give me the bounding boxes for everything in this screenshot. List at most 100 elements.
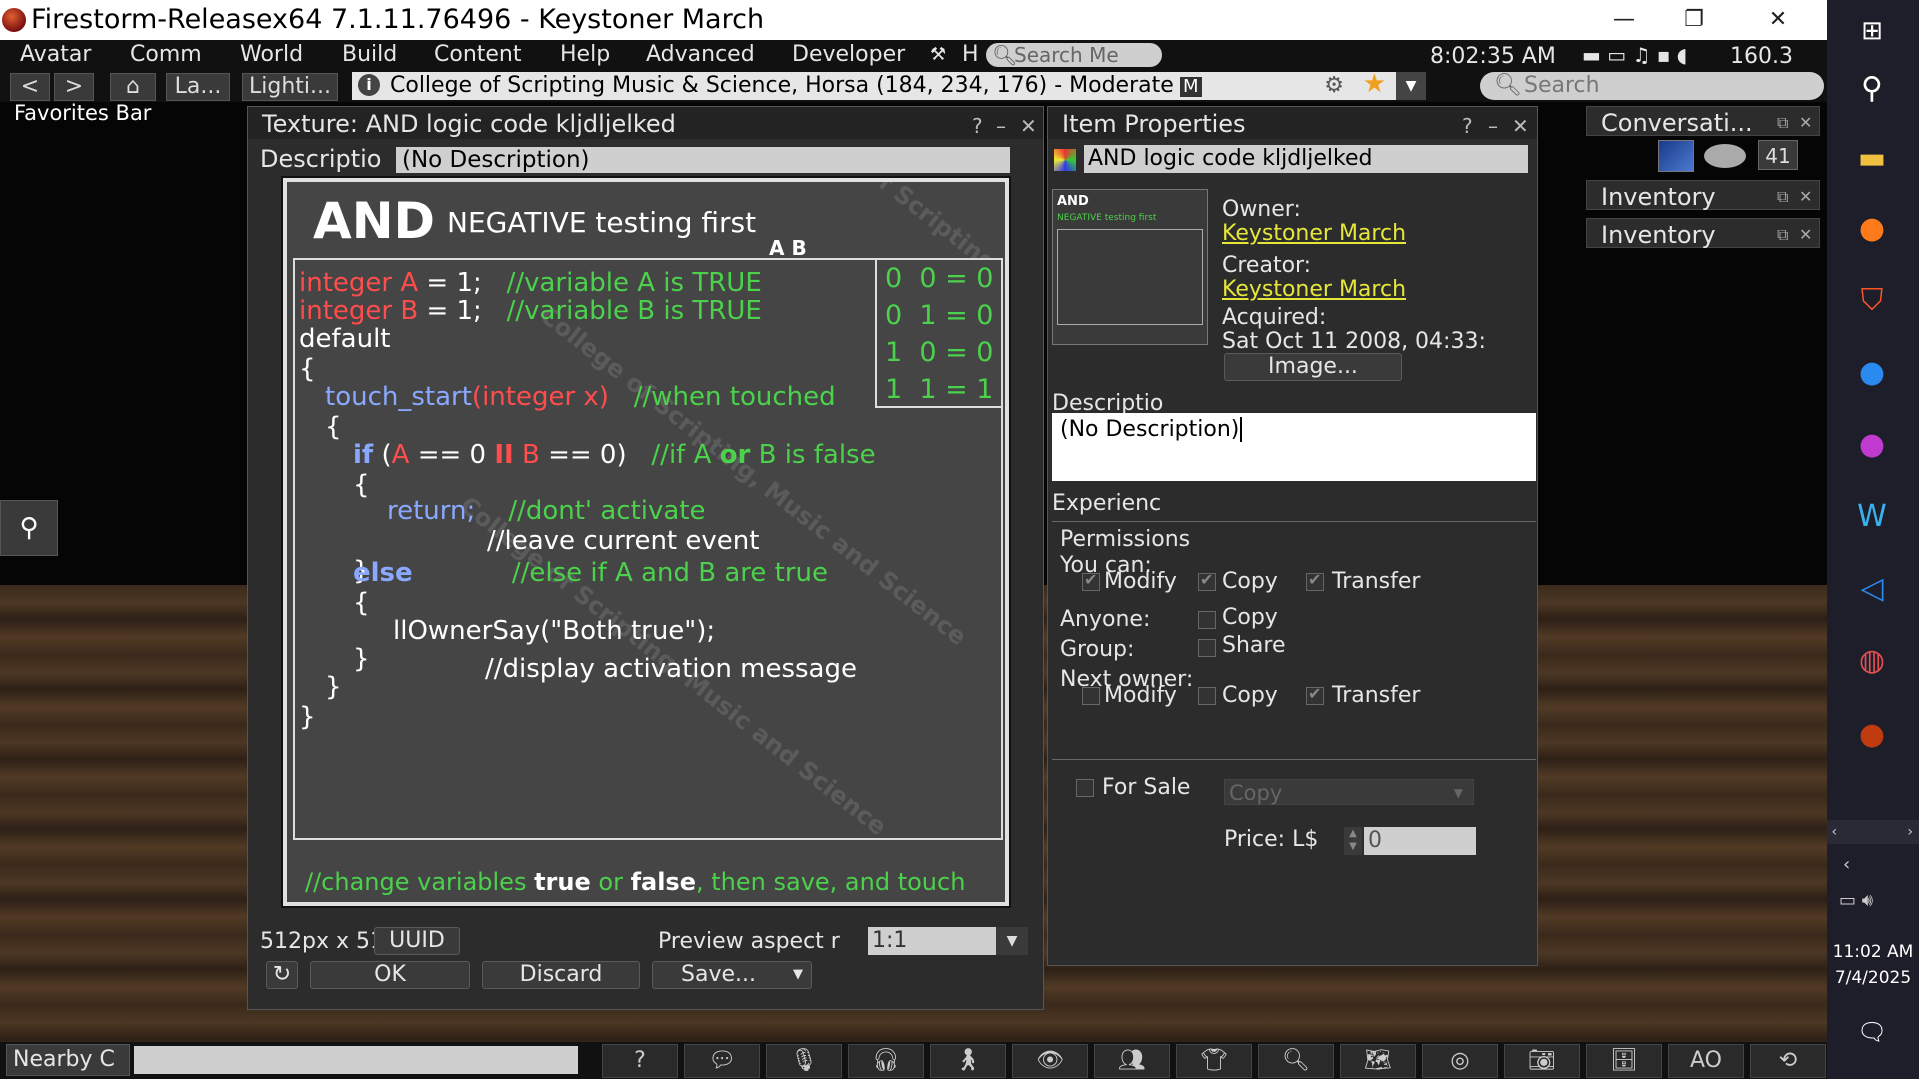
owner-link[interactable]: Keystoner March bbox=[1222, 221, 1406, 246]
location-field[interactable]: i College of Scripting Music & Science, … bbox=[352, 72, 1426, 100]
inventory-icon[interactable]: 🗄︎ bbox=[1586, 1044, 1662, 1078]
unread-count-badge[interactable]: 41 bbox=[1758, 140, 1798, 170]
chevron-left-icon[interactable]: ‹ bbox=[1843, 854, 1850, 875]
search-icon[interactable]: 🔍︎ bbox=[1258, 1044, 1334, 1078]
minimize-window-button[interactable]: — bbox=[1594, 0, 1654, 40]
item-name-field[interactable]: AND logic code kljdljelked bbox=[1084, 145, 1528, 173]
discard-button[interactable]: Discard bbox=[482, 961, 640, 989]
menu-h[interactable]: H bbox=[962, 40, 979, 70]
thumbnail-heading: AND bbox=[1057, 194, 1089, 209]
notifications-icon[interactable]: 🗨︎ bbox=[1857, 1018, 1887, 1046]
home-icon[interactable]: ⌂ bbox=[110, 73, 156, 101]
winsurf-icon[interactable]: W bbox=[1849, 494, 1895, 540]
description-field[interactable]: (No Description) bbox=[396, 147, 1010, 173]
save-button[interactable]: Save... ▼ bbox=[652, 961, 812, 989]
code-line: integer A = 1; //variable A is TRUE bbox=[299, 268, 762, 298]
maximize-window-button[interactable]: ❐ bbox=[1664, 0, 1724, 40]
dock-icon[interactable]: ⧉ bbox=[1777, 181, 1788, 213]
anyone-label: Anyone: bbox=[1060, 607, 1151, 632]
anyone-copy-checkbox[interactable] bbox=[1198, 611, 1216, 629]
inventory-panel-2[interactable]: Inventory ⧉ ✕ bbox=[1586, 218, 1820, 251]
favorite-star-icon[interactable]: ★ bbox=[1363, 72, 1386, 98]
windows-start-icon[interactable]: ⊞ bbox=[1849, 8, 1895, 54]
close-window-button[interactable]: ✕ bbox=[1748, 0, 1808, 40]
menu-advanced[interactable]: Advanced bbox=[646, 40, 755, 70]
bottom-toolbar: Nearby C ? 💬︎ 🎙︎ 🎧︎ 🚶︎ 👁︎ 👥︎ 👕︎ 🔍︎ 🗺︎ ◎ … bbox=[0, 1042, 1827, 1079]
menu-search-input[interactable]: 🔍︎ Search Me bbox=[986, 43, 1162, 67]
firestorm-icon[interactable]: ● bbox=[1849, 712, 1895, 758]
help-button[interactable]: ? bbox=[1462, 109, 1473, 143]
brave-icon[interactable]: ⛉ bbox=[1849, 278, 1895, 324]
texture-thumbnail[interactable]: AND NEGATIVE testing first bbox=[1052, 189, 1208, 345]
menu-build[interactable]: Build bbox=[342, 40, 397, 70]
chevron-down-icon[interactable]: ▼ bbox=[996, 927, 1028, 955]
speech-bubble-icon[interactable] bbox=[1704, 144, 1746, 168]
dock-icon[interactable]: ⧉ bbox=[1777, 219, 1788, 251]
ok-button[interactable]: OK bbox=[310, 961, 470, 989]
close-icon[interactable]: ✕ bbox=[1799, 181, 1812, 213]
menu-avatar[interactable]: Avatar bbox=[20, 40, 91, 70]
thunderbird-icon[interactable]: ● bbox=[1849, 350, 1895, 396]
radar-icon[interactable]: ◎ bbox=[1422, 1044, 1498, 1078]
group-share-checkbox[interactable] bbox=[1198, 639, 1216, 657]
help-icon[interactable]: ? bbox=[602, 1044, 678, 1078]
chat-bubble-icon[interactable]: 💬︎ bbox=[684, 1044, 760, 1078]
minimize-button[interactable]: – bbox=[996, 109, 1006, 143]
app-icon[interactable]: ◍ bbox=[1849, 638, 1895, 684]
map-pin-icon[interactable]: ⚲ bbox=[0, 500, 58, 556]
rotate-icon[interactable]: ⟲ bbox=[1750, 1044, 1826, 1078]
group-chat-icon[interactable] bbox=[1658, 140, 1694, 172]
dock-icon[interactable]: ⧉ bbox=[1777, 107, 1788, 139]
shirt-icon[interactable]: 👕︎ bbox=[1176, 1044, 1252, 1078]
help-button[interactable]: ? bbox=[972, 109, 983, 143]
refresh-icon[interactable]: ↻ bbox=[266, 961, 298, 989]
image-button[interactable]: Image... bbox=[1224, 353, 1402, 381]
close-button[interactable]: ✕ bbox=[1512, 109, 1529, 143]
microphone-icon[interactable]: 🎙︎ bbox=[766, 1044, 842, 1078]
network-volume-icons[interactable]: ▭ 🔊︎ bbox=[1839, 890, 1873, 911]
discord-icon[interactable]: ● bbox=[1849, 422, 1895, 468]
location-dropdown-icon[interactable]: ▼ bbox=[1396, 72, 1426, 100]
headphones-icon[interactable]: 🎧︎ bbox=[848, 1044, 924, 1078]
forward-button[interactable]: > bbox=[54, 73, 94, 101]
people-icon[interactable]: 👥︎ bbox=[1094, 1044, 1170, 1078]
info-icon[interactable]: i bbox=[358, 74, 380, 96]
map-icon[interactable]: 🗺︎ bbox=[1340, 1044, 1416, 1078]
description-input[interactable]: (No Description) bbox=[1052, 413, 1536, 481]
landmark-button[interactable]: La... bbox=[166, 73, 230, 101]
next-copy-checkbox[interactable] bbox=[1198, 687, 1216, 705]
menu-help[interactable]: Help bbox=[560, 40, 610, 70]
build-tools-icon[interactable]: ⚒ bbox=[930, 40, 946, 70]
conversations-panel[interactable]: Conversati... ⧉ ✕ bbox=[1586, 106, 1820, 139]
next-modify-checkbox[interactable] bbox=[1082, 687, 1100, 705]
close-icon[interactable]: ✕ bbox=[1799, 219, 1812, 251]
creator-link[interactable]: Keystoner March bbox=[1222, 277, 1406, 302]
menu-world[interactable]: World bbox=[240, 40, 303, 70]
walk-icon[interactable]: 🚶︎ bbox=[930, 1044, 1006, 1078]
file-explorer-icon[interactable]: ▬ bbox=[1849, 136, 1895, 182]
menu-content[interactable]: Content bbox=[434, 40, 522, 70]
close-icon[interactable]: ✕ bbox=[1799, 107, 1812, 139]
camera-icon[interactable]: 📷︎ bbox=[1504, 1044, 1580, 1078]
vscode-icon[interactable]: ◁ bbox=[1849, 566, 1895, 612]
back-button[interactable]: < bbox=[10, 73, 50, 101]
inventory-panel-1[interactable]: Inventory ⧉ ✕ bbox=[1586, 180, 1820, 213]
search-input[interactable]: 🔍︎ Search bbox=[1480, 72, 1824, 100]
lighting-button[interactable]: Lighti... bbox=[242, 73, 338, 101]
firefox-icon[interactable]: ● bbox=[1849, 206, 1895, 252]
minimize-button[interactable]: – bbox=[1488, 109, 1498, 143]
uuid-button[interactable]: UUID bbox=[374, 927, 460, 955]
eye-icon[interactable]: 👁︎ bbox=[1012, 1044, 1088, 1078]
taskbar-date: 7/4/2025 bbox=[1834, 968, 1912, 988]
chat-input[interactable] bbox=[134, 1046, 578, 1074]
taskbar-scrollbar[interactable]: ‹ › bbox=[1827, 820, 1919, 844]
menu-developer[interactable]: Developer bbox=[792, 40, 905, 70]
ao-button[interactable]: AO bbox=[1668, 1044, 1744, 1078]
preview-aspect-select[interactable]: 1:1 bbox=[868, 927, 996, 955]
close-button[interactable]: ✕ bbox=[1020, 109, 1037, 143]
status-media-icons[interactable]: ▬ ▭ ♫ ▪ ◖ bbox=[1582, 40, 1687, 70]
search-icon[interactable]: ⚲ bbox=[1849, 66, 1895, 112]
menu-comm[interactable]: Comm bbox=[130, 40, 202, 70]
nearby-chat-button[interactable]: Nearby C bbox=[6, 1044, 130, 1076]
for-sale-checkbox[interactable] bbox=[1076, 779, 1094, 797]
